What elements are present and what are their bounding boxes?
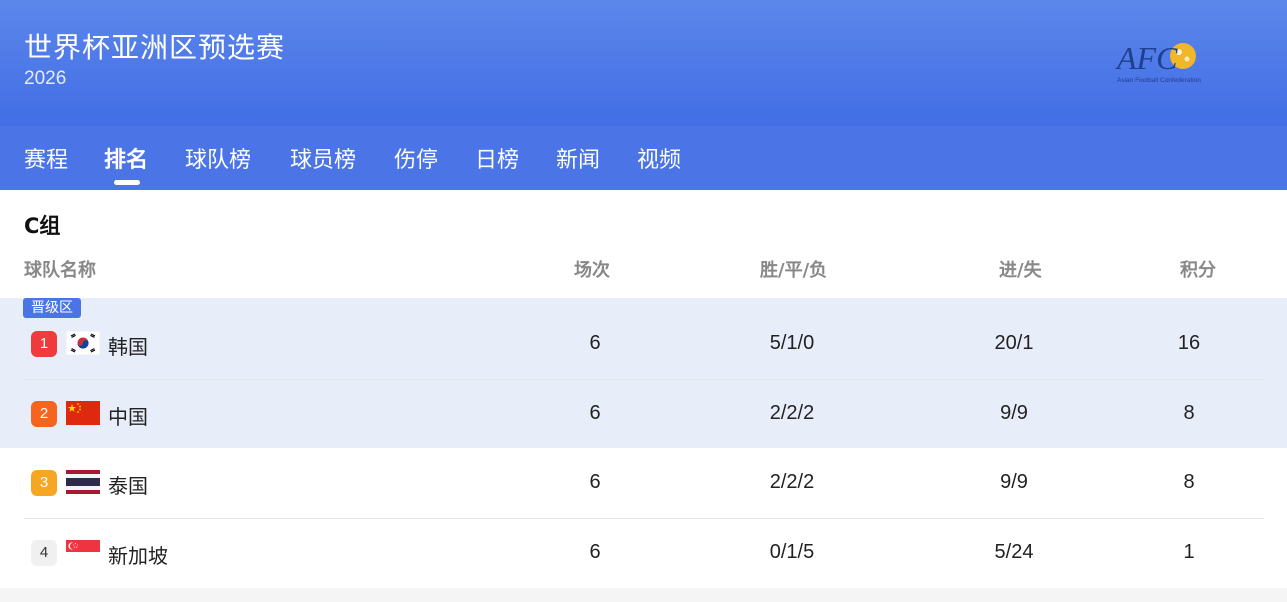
tab-schedule[interactable]: 赛程 [24, 142, 68, 174]
column-header-wdl: 胜/平/负 [760, 260, 828, 281]
active-tab-indicator [114, 180, 140, 185]
points-value: 1 [1183, 541, 1195, 563]
korea-flag-icon [66, 331, 100, 355]
wdl-value: 5/1/0 [769, 332, 815, 354]
goals-value: 5/24 [994, 541, 1034, 563]
points-value: 16 [1177, 332, 1201, 354]
tab-player-stats[interactable]: 球员榜 [290, 142, 356, 174]
team-name: 新加坡 [108, 544, 168, 568]
played-value: 6 [589, 541, 601, 563]
goals-value: 9/9 [1000, 402, 1028, 424]
tab-team-stats[interactable]: 球队榜 [185, 142, 251, 174]
rank-badge: 3 [31, 470, 57, 496]
column-header-points: 积分 [1180, 260, 1216, 281]
column-header-goals: 进/失 [999, 260, 1042, 281]
tab-ranking[interactable]: 排名 [104, 142, 148, 174]
thailand-flag-icon [66, 470, 100, 494]
afc-logo-text: AFC [1115, 40, 1178, 76]
points-value: 8 [1183, 402, 1195, 424]
afc-logo-subtext: Asian Football Confederation [1117, 77, 1201, 84]
singapore-flag-icon [66, 540, 100, 564]
group-title: C组 [24, 214, 61, 238]
team-name: 泰国 [108, 474, 148, 498]
team-name: 中国 [108, 405, 148, 429]
china-flag-icon [66, 401, 100, 425]
tab-news[interactable]: 新闻 [556, 142, 600, 174]
page-title: 世界杯亚洲区预选赛 [24, 31, 286, 64]
team-name: 韩国 [108, 335, 148, 359]
qualification-zone-badge: 晋级区 [23, 298, 81, 318]
rank-badge: 2 [31, 401, 57, 427]
goals-value: 20/1 [994, 332, 1034, 354]
rank-badge: 1 [31, 331, 57, 357]
column-header-played: 场次 [574, 260, 610, 281]
wdl-value: 2/2/2 [769, 471, 815, 493]
app-header: 世界杯亚洲区预选赛 2026 AFC Asian Football Confed… [0, 0, 1287, 190]
tab-videos[interactable]: 视频 [637, 142, 681, 174]
column-header-team: 球队名称 [24, 260, 96, 281]
played-value: 6 [589, 471, 601, 493]
row-divider [24, 379, 1264, 380]
goals-value: 9/9 [1000, 471, 1028, 493]
tab-injuries[interactable]: 伤停 [394, 142, 438, 174]
wdl-value: 2/2/2 [769, 402, 815, 424]
page-subtitle-year: 2026 [24, 68, 67, 89]
points-value: 8 [1183, 471, 1195, 493]
qualification-zone-band [0, 298, 1287, 448]
rank-badge: 4 [31, 540, 57, 566]
row-divider [24, 518, 1264, 519]
page-bottom-strip [0, 588, 1287, 602]
played-value: 6 [589, 332, 601, 354]
afc-logo-icon: AFC Asian Football Confederation [1115, 40, 1201, 84]
tab-daily[interactable]: 日榜 [475, 142, 519, 174]
wdl-value: 0/1/5 [769, 541, 815, 563]
played-value: 6 [589, 402, 601, 424]
